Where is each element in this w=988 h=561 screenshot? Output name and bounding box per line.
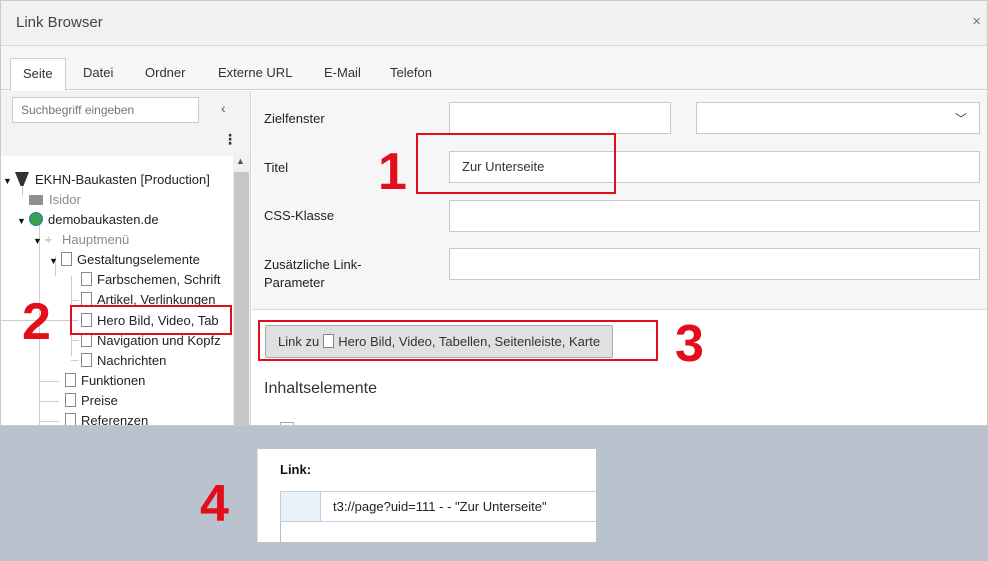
page-icon	[81, 313, 92, 327]
target-select[interactable]: ﹀	[696, 102, 980, 134]
tab-telefon[interactable]: Telefon	[378, 58, 444, 90]
tab-email[interactable]: E-Mail	[312, 58, 373, 90]
typo3-icon	[15, 172, 29, 186]
tree-scrollbar[interactable]: ▲	[233, 156, 250, 425]
tree-item-label: Isidor	[49, 192, 81, 207]
tree-item-label: Artikel, Verlinkungen	[97, 292, 216, 307]
expand-arrow-icon[interactable]: ▼	[3, 171, 15, 191]
content-elements-heading: Inhaltselemente	[264, 380, 377, 397]
tree-item-artikel[interactable]: Artikel, Verlinkungen	[81, 290, 216, 310]
tree-item-root[interactable]: ▼ EKHN-Baukasten [Production]	[3, 170, 210, 190]
css-class-label: CSS-Klasse	[264, 208, 335, 223]
link-preview-value: t3://page?uid=111 - - "Zur Unterseite"	[333, 499, 547, 514]
page-icon	[81, 272, 92, 286]
tree-item-funktionen[interactable]: Funktionen	[65, 371, 145, 391]
link-preview-label-cell	[281, 492, 321, 521]
tree-item-label: demobaukasten.de	[48, 212, 159, 227]
tab-externe-url[interactable]: Externe URL	[206, 58, 304, 90]
expand-arrow-icon[interactable]: ▼	[49, 251, 61, 271]
page-icon	[61, 252, 72, 266]
globe-icon	[29, 212, 43, 226]
tree-menu-icon[interactable]: ⋮	[223, 132, 237, 146]
tree-item-label: Gestaltungselemente	[77, 252, 200, 267]
page-icon	[323, 334, 335, 348]
target-input[interactable]	[449, 102, 671, 134]
page-tree-panel: ‹ ⋮ ▼EKHN-Baukasten [Production] Isidor …	[1, 91, 251, 426]
tree-item-label: Nachrichten	[97, 353, 167, 368]
tree-item-nachrichten[interactable]: Nachrichten	[81, 351, 166, 371]
tree-item-hero-bild[interactable]: Hero Bild, Video, Tab	[81, 311, 219, 331]
tree-item-demobaukasten[interactable]: ▼ demobaukasten.de	[17, 210, 159, 230]
tree-item-hauptmenu[interactable]: ▼ ÷ Hauptmenü	[33, 230, 129, 250]
tree-item-referenzen[interactable]: Referenzen	[65, 411, 149, 426]
tree-item-label: Hero Bild, Video, Tab	[97, 313, 219, 328]
page-icon	[65, 413, 76, 425]
annotation-number-4: 4	[200, 475, 229, 533]
separator-icon: ÷	[45, 233, 52, 247]
tab-ordner[interactable]: Ordner	[133, 58, 197, 90]
link-attributes-form: Zielfenster ﹀ Titel Zur Unterseite CSS-K…	[252, 91, 987, 310]
expand-arrow-icon[interactable]: ▼	[17, 211, 29, 231]
target-label: Zielfenster	[264, 111, 325, 126]
chevron-down-icon: ﹀	[954, 112, 967, 126]
page-icon	[81, 353, 92, 367]
scroll-up-icon[interactable]: ▲	[236, 156, 245, 166]
annotation-number-2: 2	[22, 293, 51, 351]
expand-arrow-icon[interactable]: ▼	[33, 231, 45, 251]
link-button-page: Hero Bild, Video, Tabellen, Seitenleiste…	[338, 334, 601, 349]
link-preview-divider	[280, 522, 281, 542]
tree-search-input[interactable]	[12, 97, 199, 123]
link-params-label: Zusätzliche Link-Parameter	[264, 257, 362, 290]
tree-item-navigation[interactable]: Navigation und Kopfz	[81, 331, 221, 351]
link-preview-heading: Link:	[280, 462, 312, 477]
dialog-title: Link Browser	[16, 14, 103, 31]
content-element-checkbox[interactable]	[280, 422, 294, 425]
tab-seite[interactable]: Seite	[10, 58, 66, 91]
link-preview-row: t3://page?uid=111 - - "Zur Unterseite"	[280, 491, 597, 522]
set-link-button[interactable]: Link zu Hero Bild, Video, Tabellen, Seite…	[265, 325, 614, 358]
tree-item-label: Preise	[81, 393, 118, 408]
tree-item-label: Navigation und Kopfz	[97, 333, 221, 348]
link-preview-panel: Link: t3://page?uid=111 - - "Zur Unterse…	[257, 449, 597, 542]
tree-item-label: Funktionen	[81, 373, 146, 388]
tree-item-preise[interactable]: Preise	[65, 391, 118, 411]
page-icon	[81, 292, 92, 306]
link-options-panel: Zielfenster ﹀ Titel Zur Unterseite CSS-K…	[252, 91, 987, 425]
tab-datei[interactable]: Datei	[71, 58, 125, 90]
folder-icon	[29, 195, 43, 205]
page-icon	[65, 373, 76, 387]
tree-item-isidor[interactable]: Isidor	[29, 190, 81, 210]
collapse-panel-icon[interactable]: ‹	[221, 100, 226, 116]
link-params-input[interactable]	[449, 248, 980, 280]
annotation-number-3: 3	[675, 315, 704, 373]
page-icon	[81, 333, 92, 347]
tab-bar: Seite Datei Ordner Externe URL E-Mail Te…	[1, 46, 987, 91]
annotation-number-1: 1	[378, 143, 407, 201]
dialog-titlebar: Link Browser ×	[1, 1, 987, 46]
tree-item-gestaltungselemente[interactable]: ▼ Gestaltungselemente	[49, 250, 200, 270]
tree-item-label: Farbschemen, Schrift	[97, 272, 221, 287]
link-button-prefix: Link zu	[278, 334, 320, 349]
css-class-input[interactable]	[449, 200, 980, 232]
title-label: Titel	[264, 160, 289, 175]
tree-item-farbschemen[interactable]: Farbschemen, Schrift	[81, 270, 221, 290]
link-browser-dialog: Link Browser × Seite Datei Ordner Extern…	[0, 0, 988, 426]
page-tree: ▼ EKHN-Baukasten [Production] Isidor ▼ dem…	[1, 156, 233, 426]
page-icon	[65, 393, 76, 407]
scrollbar-thumb[interactable]	[234, 172, 249, 425]
close-icon[interactable]: ×	[972, 13, 981, 30]
tree-item-label: EKHN-Baukasten [Production]	[35, 172, 210, 187]
tree-item-label: Referenzen	[81, 413, 149, 426]
title-input[interactable]: Zur Unterseite	[449, 151, 980, 183]
tree-item-label: Hauptmenü	[62, 232, 130, 247]
